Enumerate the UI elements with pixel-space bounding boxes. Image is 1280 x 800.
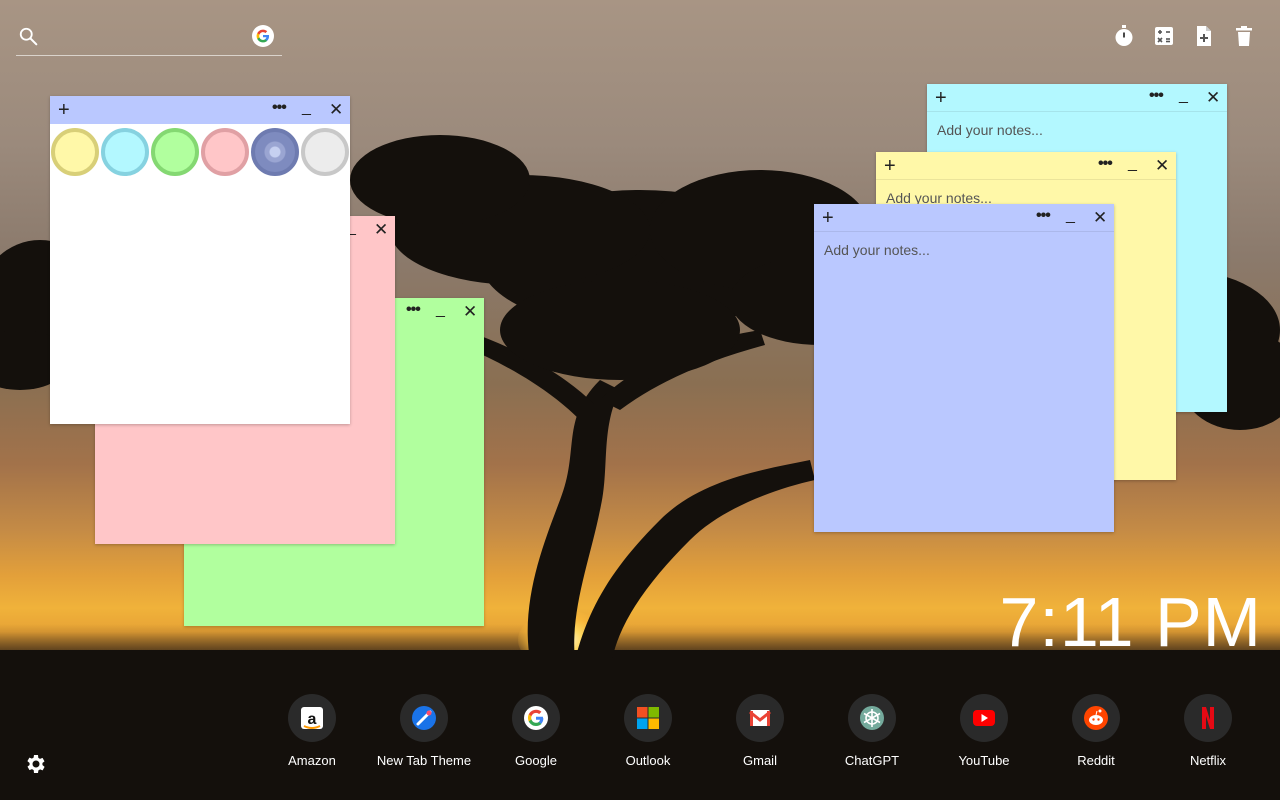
note-text[interactable] xyxy=(824,242,1104,522)
shortcut-youtube[interactable]: YouTube xyxy=(936,694,1032,774)
clock: 7:11 PM xyxy=(999,583,1262,661)
more-options-icon[interactable]: ••• xyxy=(1149,84,1164,108)
shortcut-gmail[interactable]: Gmail xyxy=(712,694,808,774)
add-note-icon[interactable]: + xyxy=(884,154,896,178)
close-icon[interactable]: ✕ xyxy=(329,98,343,122)
shortcut-label: Amazon xyxy=(288,753,336,768)
new-tab-theme-icon[interactable] xyxy=(400,694,448,742)
google-icon[interactable] xyxy=(512,694,560,742)
new-note-icon[interactable] xyxy=(1192,24,1216,48)
minimize-icon[interactable]: _ xyxy=(302,96,311,120)
shortcut-outlook[interactable]: Outlook xyxy=(600,694,696,774)
note-titlebar[interactable]: + ••• _ ✕ xyxy=(927,84,1227,112)
gmail-icon[interactable] xyxy=(736,694,784,742)
chatgpt-icon[interactable] xyxy=(848,694,896,742)
google-search-engine-icon[interactable] xyxy=(252,25,274,47)
color-swatch[interactable] xyxy=(201,128,249,176)
shortcut-netflix[interactable]: Netflix xyxy=(1160,694,1256,774)
more-options-icon[interactable]: ••• xyxy=(272,96,287,120)
close-icon[interactable]: ✕ xyxy=(374,218,388,242)
shortcut-label: Reddit xyxy=(1077,753,1115,768)
add-note-icon[interactable]: + xyxy=(822,206,834,230)
close-icon[interactable]: ✕ xyxy=(1155,154,1169,178)
minimize-icon[interactable]: _ xyxy=(1179,84,1188,108)
trash-icon[interactable] xyxy=(1232,24,1256,48)
close-icon[interactable]: ✕ xyxy=(463,300,477,324)
minimize-icon[interactable]: _ xyxy=(1128,152,1137,176)
minimize-icon[interactable]: _ xyxy=(436,298,445,322)
search-bar xyxy=(16,22,282,56)
netflix-icon[interactable] xyxy=(1184,694,1232,742)
more-options-icon[interactable]: ••• xyxy=(1098,152,1113,176)
color-swatch[interactable] xyxy=(101,128,149,176)
amazon-icon[interactable]: a xyxy=(288,694,336,742)
calculator-icon[interactable] xyxy=(1152,24,1176,48)
note-titlebar[interactable]: + ••• _ ✕ xyxy=(50,96,350,124)
close-icon[interactable]: ✕ xyxy=(1093,206,1107,230)
shortcut-label: Netflix xyxy=(1189,753,1227,768)
settings-gear-icon[interactable] xyxy=(24,752,48,776)
add-note-icon[interactable]: + xyxy=(935,86,947,110)
shortcut-label: Outlook xyxy=(625,753,671,768)
search-input[interactable] xyxy=(48,24,248,50)
reddit-icon[interactable] xyxy=(1072,694,1120,742)
shortcut-chatgpt[interactable]: ChatGPT xyxy=(824,694,920,774)
shortcut-label: YouTube xyxy=(958,753,1010,768)
shortcut-new-tab-theme[interactable]: New Tab Theme xyxy=(376,694,472,774)
shortcut-label: Gmail xyxy=(743,753,777,768)
shortcut-label: New Tab Theme xyxy=(376,753,472,768)
svg-text:a: a xyxy=(308,711,317,728)
close-icon[interactable]: ✕ xyxy=(1206,86,1220,110)
note-titlebar[interactable]: + ••• _ ✕ xyxy=(814,204,1114,232)
search-icon[interactable] xyxy=(18,26,40,48)
shortcut-amazon[interactable]: a Amazon xyxy=(264,694,360,774)
color-swatch[interactable] xyxy=(301,128,349,176)
color-swatch[interactable] xyxy=(151,128,199,176)
youtube-icon[interactable] xyxy=(960,694,1008,742)
color-swatch[interactable] xyxy=(51,128,99,176)
shortcut-label: Google xyxy=(515,753,557,768)
timer-icon[interactable] xyxy=(1112,24,1136,48)
outlook-icon[interactable] xyxy=(624,694,672,742)
sticky-note-blue[interactable]: + ••• _ ✕ xyxy=(814,204,1114,532)
shortcut-reddit[interactable]: Reddit xyxy=(1048,694,1144,774)
more-options-icon[interactable]: ••• xyxy=(1036,204,1051,228)
shortcut-label: ChatGPT xyxy=(844,753,900,768)
add-note-icon[interactable]: + xyxy=(58,98,70,122)
minimize-icon[interactable]: _ xyxy=(1066,204,1075,228)
more-options-icon[interactable]: ••• xyxy=(406,298,421,322)
shortcut-google[interactable]: Google xyxy=(488,694,584,774)
color-swatch[interactable] xyxy=(251,128,299,176)
note-titlebar[interactable]: + ••• _ ✕ xyxy=(876,152,1176,180)
